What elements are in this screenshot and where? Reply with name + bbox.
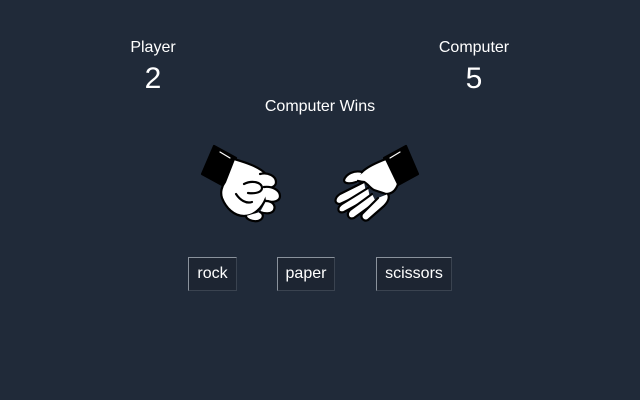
paper-button[interactable]: paper (277, 257, 335, 291)
player-label: Player (130, 39, 176, 56)
rock-button[interactable]: rock (188, 257, 237, 291)
scissors-button[interactable]: scissors (376, 257, 452, 291)
computer-score-panel: Computer 5 (414, 38, 534, 96)
round-result: Computer Wins (264, 98, 376, 115)
computer-label: Computer (438, 39, 510, 56)
paper-open-hand-icon (330, 144, 420, 224)
computer-score: 5 (465, 62, 483, 95)
player-score: 2 (144, 62, 162, 95)
game-stage: Player 2 Computer 5 Computer Wins rock p… (0, 0, 640, 400)
rock-fist-icon (200, 144, 290, 224)
player-score-panel: Player 2 (93, 38, 213, 96)
